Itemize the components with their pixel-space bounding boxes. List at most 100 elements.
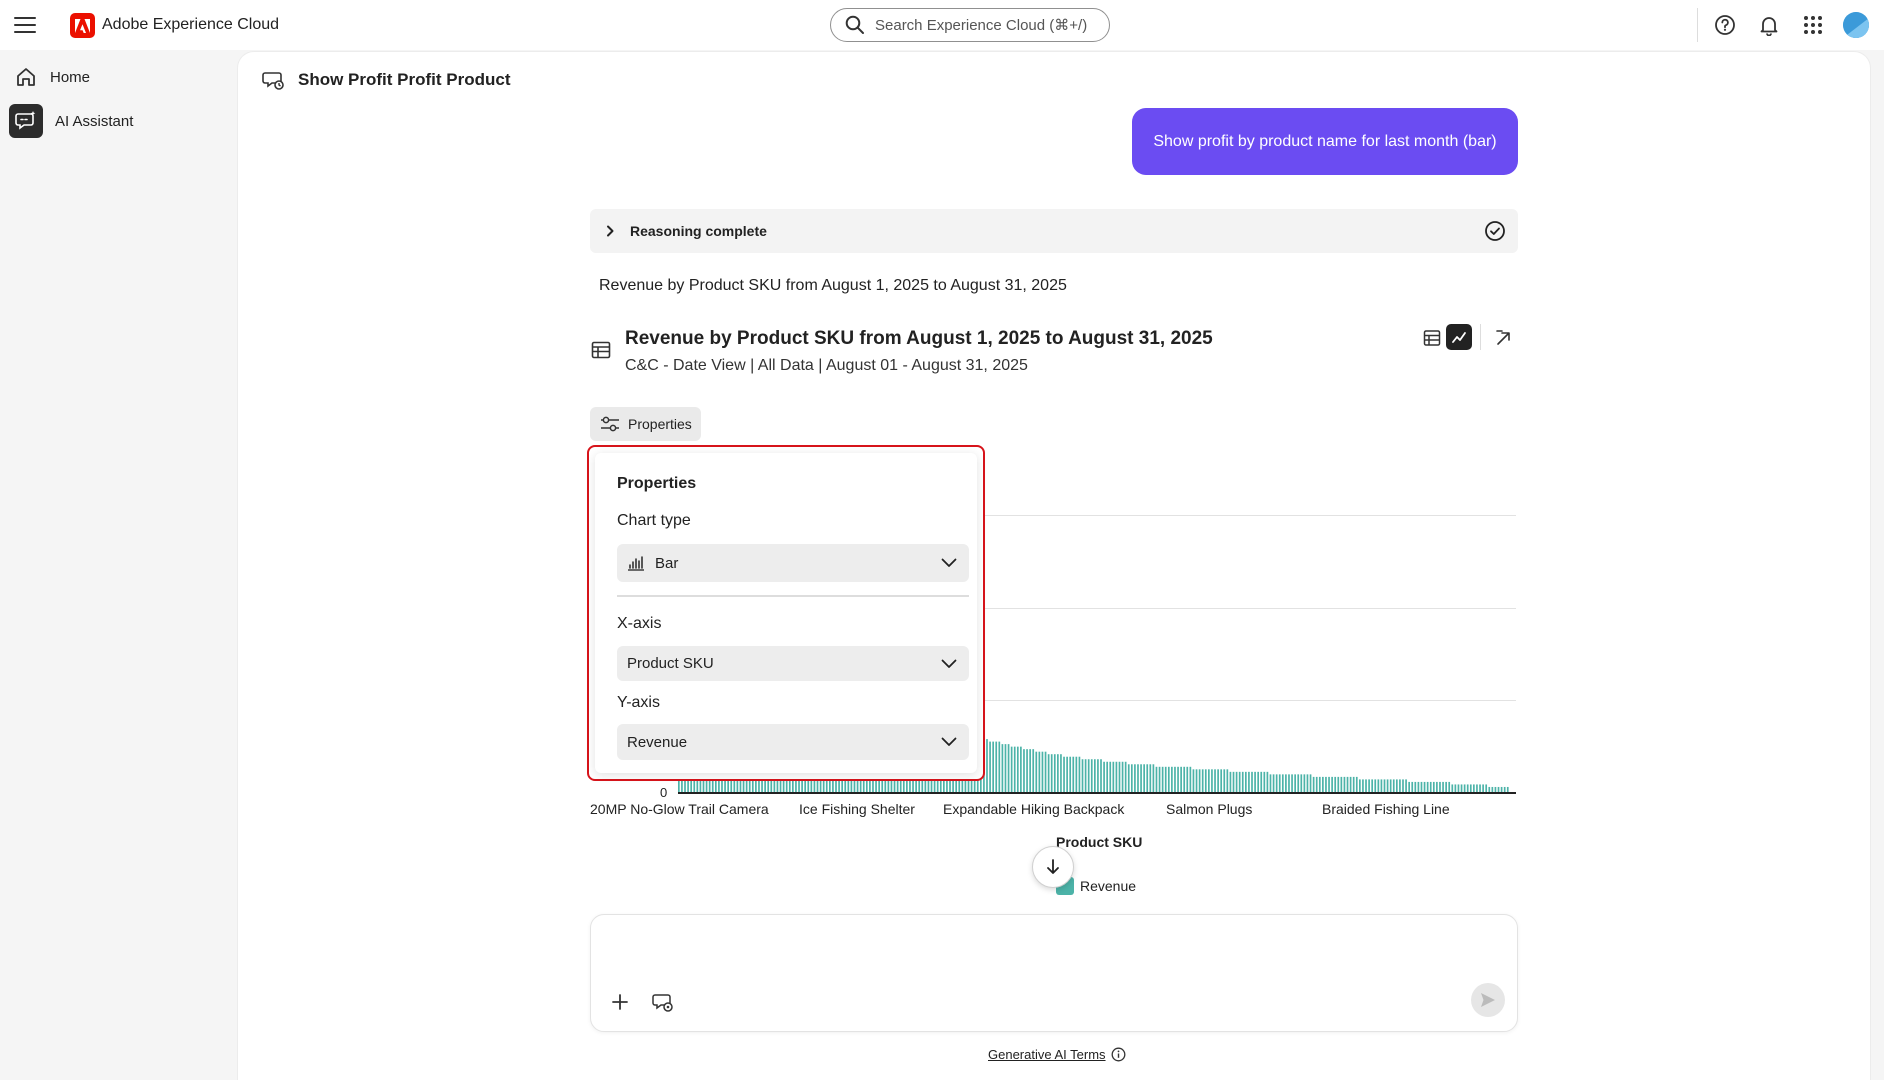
chart-bar[interactable] <box>1395 779 1398 792</box>
chart-bar[interactable] <box>1303 774 1306 792</box>
chart-bar[interactable] <box>1365 779 1367 792</box>
chart-bar[interactable] <box>1100 759 1102 792</box>
chart-bar[interactable] <box>1312 776 1315 792</box>
chart-bar[interactable] <box>1423 781 1426 792</box>
chart-bar[interactable] <box>986 739 988 792</box>
chart-bar[interactable] <box>1420 781 1423 792</box>
chart-bar[interactable] <box>1112 761 1115 792</box>
chart-bar[interactable] <box>1050 754 1053 792</box>
chart-bar[interactable] <box>1075 756 1078 792</box>
chart-bar[interactable] <box>1448 781 1451 792</box>
chart-bar[interactable] <box>1374 779 1377 792</box>
chart-bar[interactable] <box>1254 771 1256 792</box>
chart-bar[interactable] <box>1189 766 1192 792</box>
chart-bar[interactable] <box>1201 769 1204 792</box>
chart-bar[interactable] <box>1257 771 1260 792</box>
chart-bar[interactable] <box>1432 781 1435 792</box>
chart-bar[interactable] <box>1485 784 1488 792</box>
chart-bar[interactable] <box>1300 774 1303 792</box>
chart-bar[interactable] <box>1208 769 1210 792</box>
chart-bar[interactable] <box>1155 766 1158 792</box>
chart-bar[interactable] <box>1204 769 1207 792</box>
chart-bar[interactable] <box>1004 744 1007 792</box>
chart-bar[interactable] <box>1362 779 1364 792</box>
chart-bar[interactable] <box>1035 751 1038 792</box>
chart-bar[interactable] <box>1081 759 1084 792</box>
chart-bar[interactable] <box>1328 776 1330 792</box>
chart-bar[interactable] <box>1463 784 1466 792</box>
chart-bar[interactable] <box>1001 744 1004 792</box>
chart-bar[interactable] <box>1266 771 1269 792</box>
chart-bar[interactable] <box>1380 779 1383 792</box>
table-view-icon[interactable] <box>1419 325 1445 351</box>
x-axis-select[interactable]: Product SKU <box>617 646 969 681</box>
chart-bar[interactable] <box>1140 764 1142 792</box>
sidebar-item-ai-assistant[interactable]: AI Assistant <box>8 103 234 139</box>
reasoning-toggle[interactable]: Reasoning complete <box>590 209 1518 253</box>
chart-bar[interactable] <box>1127 764 1130 792</box>
conversation-settings-icon[interactable] <box>648 987 678 1017</box>
chart-bar[interactable] <box>1192 769 1195 792</box>
chart-bar[interactable] <box>1392 779 1395 792</box>
chart-bar[interactable] <box>1134 764 1136 792</box>
chart-bar[interactable] <box>1044 751 1047 792</box>
search-input[interactable] <box>875 16 1095 34</box>
chart-bar[interactable] <box>1429 781 1432 792</box>
chart-bar[interactable] <box>1094 759 1096 792</box>
chart-bar[interactable] <box>1069 756 1072 792</box>
chart-bar[interactable] <box>1016 746 1019 792</box>
chart-bar[interactable] <box>1297 774 1300 792</box>
chart-bar[interactable] <box>1306 774 1309 792</box>
app-name[interactable]: Adobe Experience Cloud <box>102 16 279 34</box>
chart-bar[interactable] <box>1337 776 1340 792</box>
search-box[interactable] <box>830 8 1110 42</box>
chart-bar[interactable] <box>1211 769 1213 792</box>
chart-bar[interactable] <box>1346 776 1349 792</box>
chart-bar[interactable] <box>1294 774 1296 792</box>
avatar[interactable] <box>1843 12 1869 38</box>
chart-bar[interactable] <box>1272 774 1275 792</box>
chart-bar[interactable] <box>1066 756 1068 792</box>
chart-bar[interactable] <box>1121 761 1124 792</box>
chart-bar[interactable] <box>1260 771 1263 792</box>
chart-bar[interactable] <box>1405 779 1407 792</box>
scroll-down-button[interactable] <box>1032 846 1074 888</box>
chart-bar[interactable] <box>1275 774 1278 792</box>
prompt-input[interactable] <box>607 929 1487 979</box>
chart-bar[interactable] <box>1130 764 1133 792</box>
chart-bar[interactable] <box>1229 771 1232 792</box>
chart-bar[interactable] <box>1084 759 1087 792</box>
chart-bar[interactable] <box>1377 779 1380 792</box>
chart-bar[interactable] <box>1235 771 1238 792</box>
chart-bar[interactable] <box>1473 784 1475 792</box>
chart-bar[interactable] <box>998 741 1001 792</box>
chart-bar[interactable] <box>1466 784 1469 792</box>
chart-bar[interactable] <box>1226 769 1229 792</box>
chart-bar[interactable] <box>1318 776 1321 792</box>
chart-bar[interactable] <box>1174 766 1176 792</box>
chart-bar[interactable] <box>1026 749 1028 792</box>
chart-bar[interactable] <box>1281 774 1284 792</box>
chart-bar[interactable] <box>1399 779 1401 792</box>
y-axis-select[interactable]: Revenue <box>617 724 969 760</box>
chart-bar[interactable] <box>1232 771 1235 792</box>
chart-bar[interactable] <box>1315 776 1318 792</box>
chart-bar[interactable] <box>1020 746 1022 792</box>
chart-bar[interactable] <box>1414 781 1417 792</box>
chart-bar[interactable] <box>1322 776 1324 792</box>
chart-bar[interactable] <box>1143 764 1145 792</box>
chart-bar[interactable] <box>1007 744 1010 792</box>
menu-icon[interactable] <box>14 15 36 35</box>
chart-bar[interactable] <box>1349 776 1352 792</box>
chart-bar[interactable] <box>1183 766 1186 792</box>
chart-bar[interactable] <box>1352 776 1355 792</box>
chart-bar[interactable] <box>1451 784 1454 792</box>
chart-bar[interactable] <box>1171 766 1173 792</box>
chart-bar[interactable] <box>1359 779 1361 792</box>
apps-grid-icon[interactable] <box>1800 12 1826 38</box>
chart-bar[interactable] <box>1158 766 1161 792</box>
chart-bar[interactable] <box>1146 764 1149 792</box>
chart-bar[interactable] <box>1103 761 1105 792</box>
chart-bar[interactable] <box>1167 766 1170 792</box>
chart-bar[interactable] <box>1186 766 1189 792</box>
